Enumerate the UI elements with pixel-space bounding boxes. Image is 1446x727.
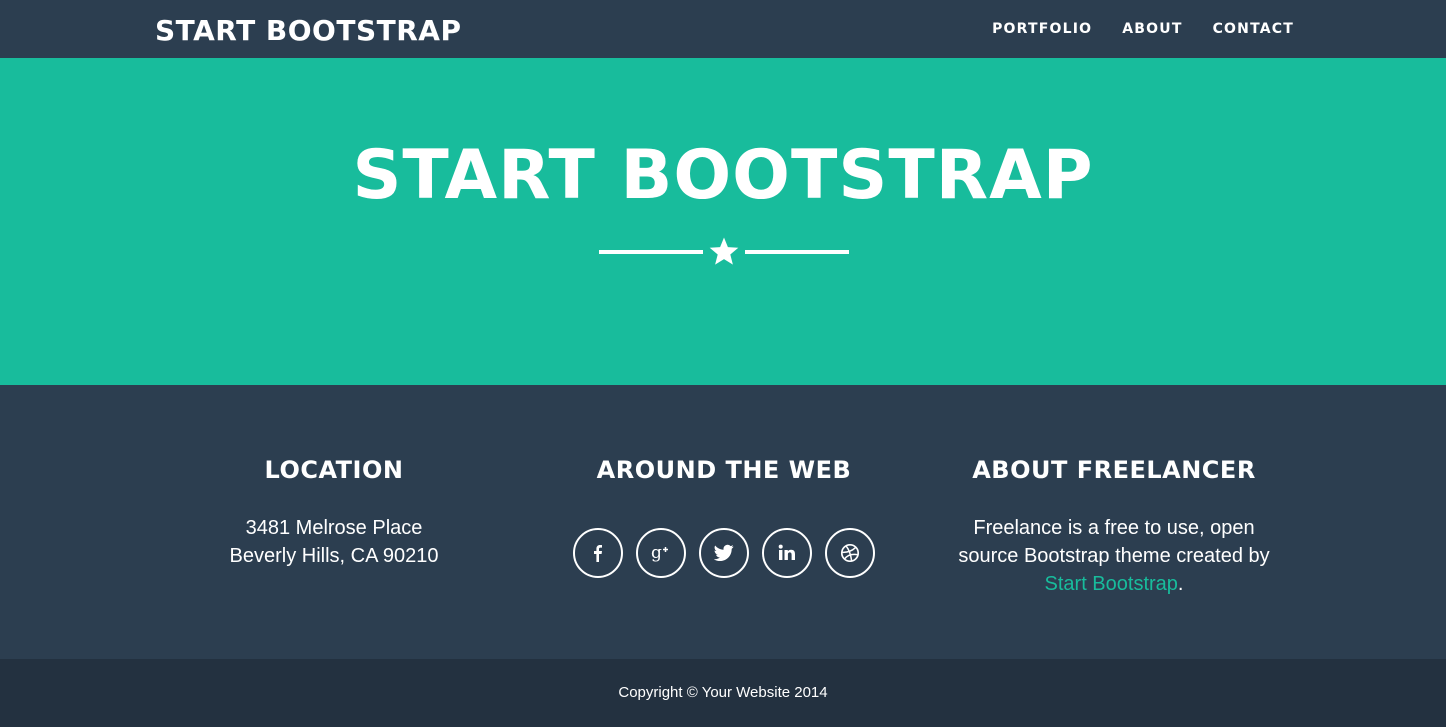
linkedin-button[interactable] (762, 528, 812, 578)
about-text: Freelance is a free to use, open source … (919, 514, 1309, 598)
location-address: 3481 Melrose Place Beverly Hills, CA 902… (139, 514, 529, 570)
nav-links: PORTFOLIO ABOUT CONTACT (992, 20, 1294, 38)
address-line-2: Beverly Hills, CA 90210 (229, 545, 439, 567)
about-heading: ABOUT FREELANCER (972, 456, 1256, 484)
star-icon (709, 237, 739, 265)
nav-link-contact[interactable]: CONTACT (1213, 20, 1294, 38)
star-divider (599, 234, 849, 270)
around-web-heading: AROUND THE WEB (596, 456, 852, 484)
dribbble-icon (840, 543, 860, 563)
dribbble-button[interactable] (825, 528, 875, 578)
facebook-icon (594, 545, 602, 562)
divider-line-left (599, 250, 703, 254)
hero-section: START BOOTSTRAP (0, 58, 1446, 385)
copyright-text: Copyright © Your Website 2014 (618, 684, 828, 701)
brand-link[interactable]: START BOOTSTRAP (155, 13, 461, 49)
linkedin-icon (778, 544, 795, 560)
nav-link-portfolio[interactable]: PORTFOLIO (992, 20, 1092, 38)
about-suffix: . (1177, 573, 1184, 595)
twitter-icon (714, 544, 734, 561)
about-description: Freelance is a free to use, open source … (958, 517, 1270, 567)
facebook-button[interactable] (573, 528, 623, 578)
social-buttons: g (529, 528, 919, 578)
location-heading: LOCATION (264, 456, 404, 484)
footer-above: LOCATION 3481 Melrose Place Beverly Hill… (0, 385, 1446, 659)
address-line-1: 3481 Melrose Place (245, 517, 423, 539)
google-plus-icon: g (651, 543, 668, 563)
start-bootstrap-link[interactable]: Start Bootstrap (1045, 573, 1178, 595)
twitter-button[interactable] (699, 528, 749, 578)
footer-below: Copyright © Your Website 2014 (0, 659, 1446, 727)
hero-title: START BOOTSTRAP (352, 136, 1094, 215)
google-plus-button[interactable]: g (636, 528, 686, 578)
divider-line-right (745, 250, 849, 254)
navbar: START BOOTSTRAP PORTFOLIO ABOUT CONTACT (0, 0, 1446, 58)
svg-text:g: g (651, 543, 662, 563)
nav-link-about[interactable]: ABOUT (1122, 20, 1182, 38)
